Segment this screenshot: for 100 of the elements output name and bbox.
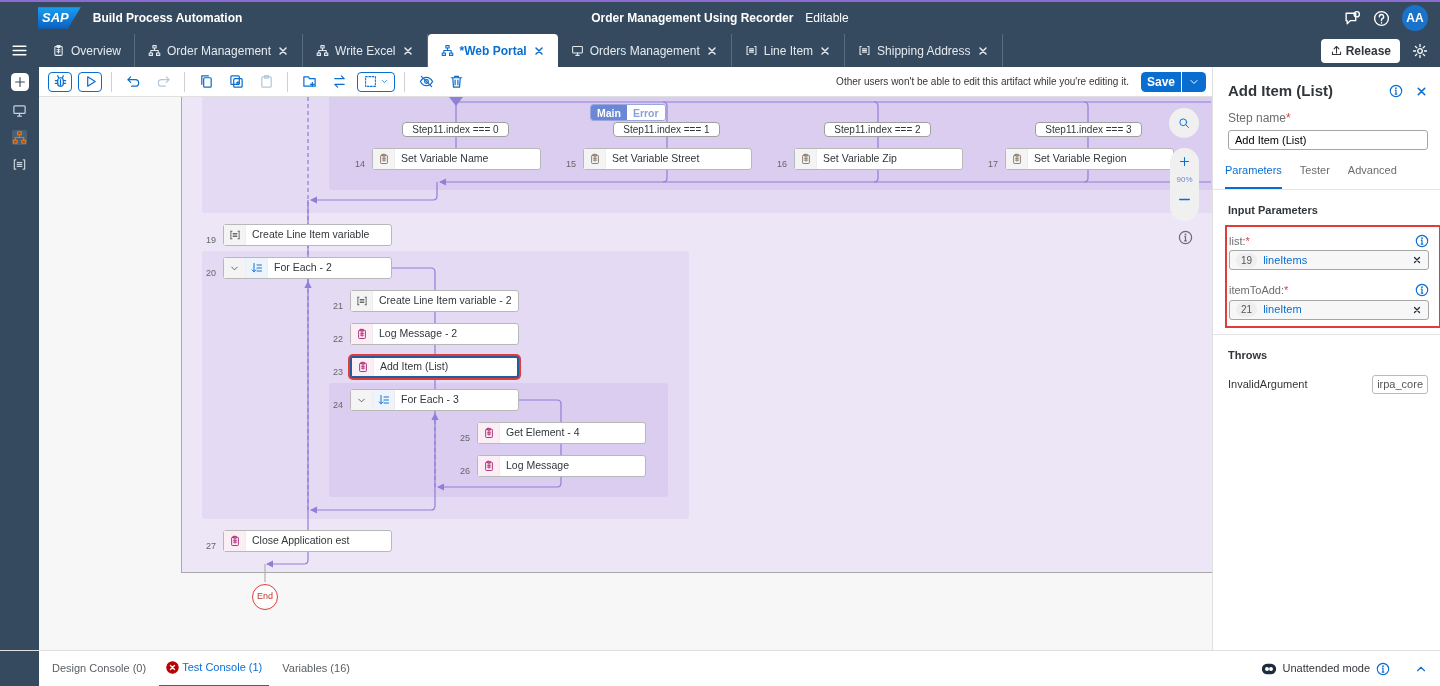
step-node[interactable]: Set Variable Name [372,148,541,170]
step-node[interactable]: For Each - 2 [223,257,392,279]
panel-title: Add Item (List) [1228,81,1333,101]
help-icon[interactable] [1373,9,1390,27]
select-button[interactable] [357,71,395,92]
list-icon [858,44,872,57]
section-title: Input Parameters [1228,203,1319,218]
exception-name: InvalidArgument [1228,377,1308,392]
console-tab[interactable]: Variables (16) [275,650,357,686]
info-icon[interactable] [1415,233,1429,248]
save-menu-button[interactable] [1181,71,1206,92]
input-field[interactable]: 21 lineItem [1229,299,1429,320]
close-icon[interactable] [976,44,989,57]
redo-icon [155,74,171,89]
search-icon [1178,117,1190,129]
step-node[interactable]: Create Line Item variable [223,224,392,246]
close-icon[interactable] [705,44,718,57]
list-icon [744,44,758,57]
editor-tab[interactable]: *Web Portal [427,34,558,67]
logo[interactable]: SAP [38,7,81,29]
close-icon[interactable] [532,44,545,57]
clipboard-icon [1010,153,1023,165]
step-node[interactable]: Get Element - 4 [477,422,646,444]
step-node[interactable]: Create Line Item variable - 2 [350,290,519,312]
end-connector [264,563,266,583]
undo-icon [125,74,141,89]
field-label: Step name* [1228,109,1292,127]
clear-icon[interactable] [1412,304,1422,315]
condition-label: Step11.index === 1 [613,122,720,137]
hide-icon [418,74,434,89]
step-node[interactable]: Set Variable Street [583,148,752,170]
list-icon[interactable] [12,157,27,172]
step-number: 17 [988,158,998,171]
step-node[interactable]: Set Variable Region [1005,148,1174,170]
delete-icon [448,74,464,89]
panel-tab[interactable]: Advanced [1347,155,1397,189]
error-icon [166,661,180,674]
swap-icon [331,74,347,89]
end-node: End [252,584,278,610]
panel-tab[interactable]: Tester [1299,155,1330,189]
debug-button[interactable] [48,71,72,92]
step-node[interactable]: Close Application est [223,530,392,552]
release-button[interactable]: Release [1320,38,1400,63]
clear-icon[interactable] [1412,255,1422,265]
step-number: 23 [333,366,343,379]
run-button[interactable] [78,71,102,92]
product-name: Build Process Automation [92,10,243,27]
info-icon[interactable] [1178,230,1193,245]
status-text: Editable [805,10,849,27]
loop-icon [377,394,390,406]
condition-label: Step11.index === 2 [824,122,931,137]
add-group-icon [301,74,317,89]
step-number: 22 [333,333,343,346]
hierarchy-icon [440,44,454,57]
console-tab[interactable]: Design Console (0) [45,650,154,686]
monitor-icon[interactable] [12,103,27,118]
close-icon[interactable] [819,44,832,57]
clipboard-icon [588,153,601,165]
step-number: 27 [206,540,216,553]
info-icon[interactable] [1376,661,1390,676]
step-node[interactable]: Log Message [477,455,646,477]
panel-tab[interactable]: Parameters [1225,155,1282,189]
condition-label: Step11.index === 3 [1035,122,1142,137]
step-number: 15 [566,158,576,171]
feedback-icon[interactable] [1344,9,1361,27]
step-node[interactable]: For Each - 3 [350,389,519,411]
step-number: 26 [460,465,470,478]
copy-icon [198,74,214,89]
monitor-icon [570,44,584,57]
avatar[interactable]: AA [1402,5,1428,31]
step-number: 21 [333,300,343,313]
section-title: Throws [1228,347,1269,363]
info-icon[interactable] [1415,283,1429,298]
plus-icon [12,75,27,89]
close-icon[interactable] [401,44,414,57]
close-icon[interactable] [1415,84,1428,98]
step-node[interactable]: Set Variable Zip [794,148,963,170]
step-number: 24 [333,399,343,412]
close-icon[interactable] [277,44,290,57]
step-number: 14 [355,158,365,171]
settings-icon[interactable] [1412,42,1428,59]
selection-icon [363,75,377,88]
clipboard-icon [52,44,65,57]
list-icon [228,229,241,241]
step-number: 19 [206,234,216,247]
step-number: 25 [460,432,470,445]
lock-message: Other users won't be able to edit this artifact while you're editing it. [836,75,1129,89]
add-button[interactable] [10,73,29,91]
input-field[interactable]: 19 lineItems [1229,250,1429,270]
upload-icon [1329,44,1343,57]
step-node[interactable]: Log Message - 2 [350,323,519,345]
save-button[interactable]: Save [1140,71,1181,92]
debug-icon [52,74,68,89]
console-tab[interactable]: Test Console (1) [159,650,270,686]
info-icon[interactable] [1389,84,1403,99]
plus-icon [1178,154,1191,168]
step-node[interactable]: Add Item (List) [350,356,519,378]
input-field[interactable]: Add Item (List) [1228,129,1428,150]
mode-label: Unattended mode [1282,661,1370,677]
loop-icon [250,262,263,274]
